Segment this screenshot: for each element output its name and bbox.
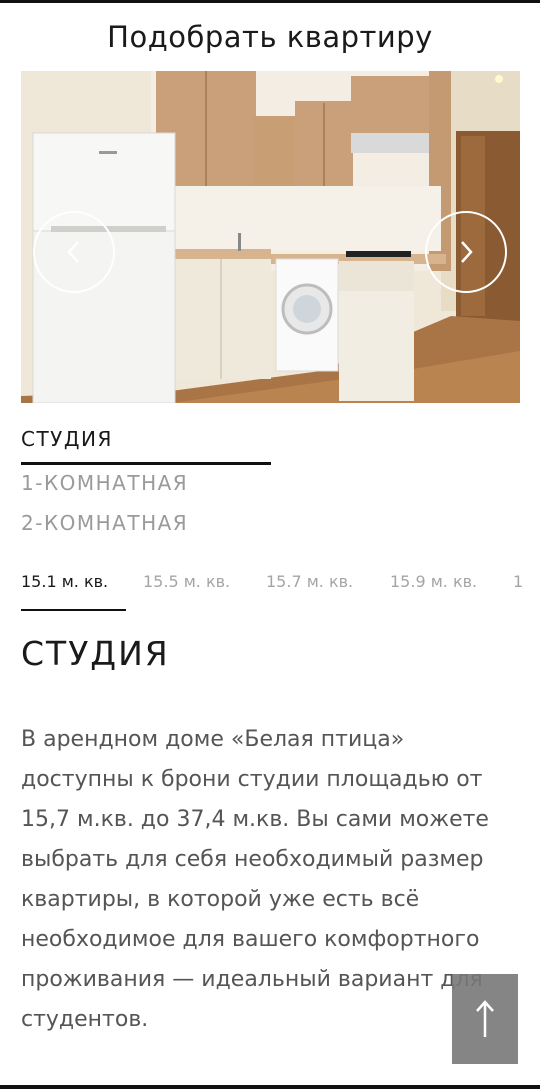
- scroll-to-top-button[interactable]: [452, 974, 518, 1064]
- bottom-border: [0, 1085, 540, 1089]
- next-slide-button[interactable]: [425, 211, 507, 293]
- type-tab-2-room[interactable]: 2-КОМНАТНАЯ: [21, 505, 281, 545]
- area-tab-15-1[interactable]: 15.1 м. кв.: [21, 572, 108, 591]
- type-tab-studio[interactable]: СТУДИЯ: [21, 425, 271, 465]
- area-tabs: 15.1 м. кв. 15.5 м. кв. 15.7 м. кв. 15.9…: [21, 570, 540, 612]
- area-tab-underline: [21, 609, 126, 611]
- page-title: Подобрать квартиру: [107, 20, 433, 54]
- section-description: В арендном доме «Белая птица» доступны к…: [21, 727, 489, 1032]
- section-title: СТУДИЯ: [21, 634, 170, 673]
- area-tab-15-7[interactable]: 15.7 м. кв.: [266, 572, 353, 591]
- top-border: [0, 0, 540, 3]
- photo-carousel[interactable]: [21, 71, 520, 403]
- chevron-left-icon: [67, 241, 79, 263]
- chevron-right-icon: [461, 241, 473, 263]
- arrow-up-icon: [476, 1000, 494, 1037]
- area-tab-next[interactable]: 1: [513, 572, 523, 591]
- area-tab-15-9[interactable]: 15.9 м. кв.: [390, 572, 477, 591]
- prev-slide-button[interactable]: [33, 211, 115, 293]
- type-tab-1-room[interactable]: 1-КОМНАТНАЯ: [21, 465, 281, 505]
- apartment-type-list: СТУДИЯ 1-КОМНАТНАЯ 2-КОМНАТНАЯ: [21, 425, 281, 545]
- area-tab-15-5[interactable]: 15.5 м. кв.: [143, 572, 230, 591]
